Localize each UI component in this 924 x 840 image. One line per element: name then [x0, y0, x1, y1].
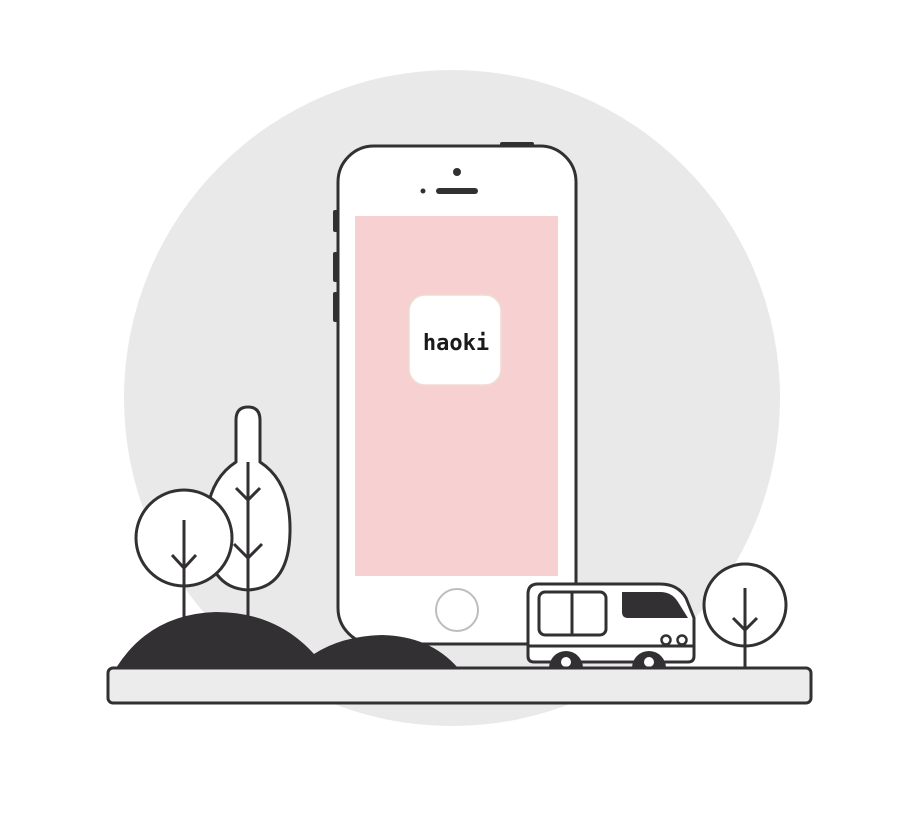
app-icon[interactable]: haoki — [408, 294, 502, 386]
speaker-grille — [436, 188, 478, 194]
front-camera — [453, 168, 461, 176]
van-hubcap — [561, 657, 571, 667]
sensor-dot — [420, 188, 426, 194]
round-tree-small — [702, 562, 788, 668]
smartphone: haoki — [333, 142, 578, 646]
phone-screen — [355, 216, 558, 576]
van-headlight — [676, 634, 688, 646]
app-name-label: haoki — [423, 331, 489, 356]
van-hubcap — [644, 657, 654, 667]
illustration-scene: haoki — [106, 70, 813, 726]
van — [526, 582, 696, 668]
ground-slab — [106, 666, 813, 705]
home-button[interactable] — [435, 588, 479, 632]
van-headlight — [660, 634, 672, 646]
